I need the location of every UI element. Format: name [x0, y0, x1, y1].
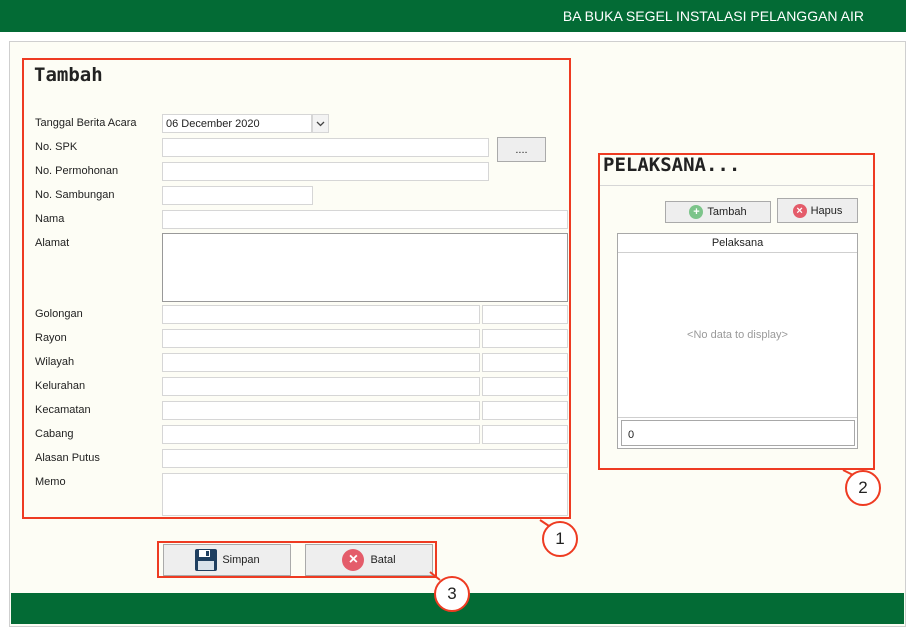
- callout-1: 1: [542, 521, 578, 557]
- callout-connectors: [429, 469, 856, 581]
- callout-2: 2: [845, 470, 881, 506]
- callout-3: 3: [434, 576, 470, 612]
